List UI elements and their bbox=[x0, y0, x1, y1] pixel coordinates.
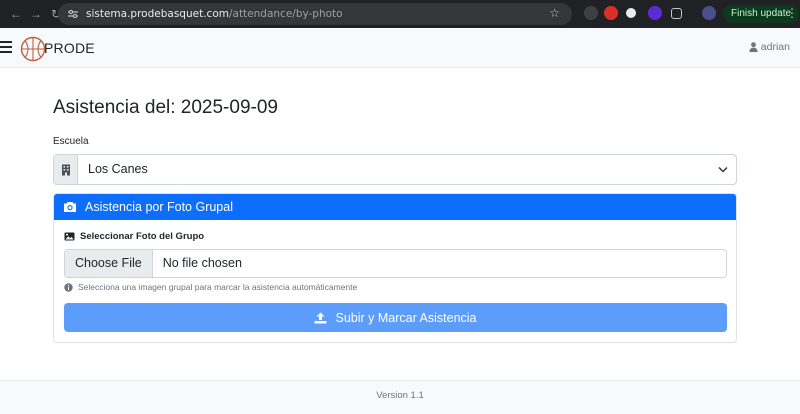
school-label: Escuela bbox=[53, 136, 89, 147]
user-menu[interactable]: adrian bbox=[749, 41, 790, 53]
chevron-down-icon bbox=[710, 155, 736, 184]
bookmark-star-icon[interactable]: ☆ bbox=[549, 6, 560, 20]
upload-attendance-button[interactable]: Subir y Marcar Asistencia bbox=[64, 303, 727, 332]
url-host: sistema.prodebasquet.com bbox=[86, 8, 229, 20]
version-text: Version 1.1 bbox=[376, 390, 424, 401]
user-icon bbox=[749, 42, 758, 52]
extension-white-icon[interactable] bbox=[626, 8, 636, 18]
hamburger-menu-icon[interactable] bbox=[0, 41, 12, 53]
choose-file-button[interactable]: Choose File bbox=[65, 250, 153, 277]
url-text: sistema.prodebasquet.com/attendance/by-p… bbox=[86, 8, 343, 20]
forward-icon[interactable]: → bbox=[26, 4, 46, 24]
basketball-logo-icon[interactable] bbox=[20, 36, 46, 62]
extensions-puzzle-icon[interactable] bbox=[671, 8, 682, 19]
footer: Version 1.1 bbox=[0, 380, 800, 414]
brand-name[interactable]: PRODE bbox=[44, 40, 95, 56]
image-icon bbox=[64, 232, 75, 241]
school-select[interactable]: Los Canes bbox=[53, 154, 737, 185]
address-bar[interactable]: sistema.prodebasquet.com/attendance/by-p… bbox=[58, 3, 572, 25]
browser-toolbar: ← → ↻ sistema.prodebasquet.com/attendanc… bbox=[0, 0, 800, 28]
help-text: Selecciona una imagen grupal para marcar… bbox=[64, 282, 357, 292]
browser-menu-icon[interactable]: ⋮ bbox=[786, 7, 798, 19]
photo-attendance-card: Asistencia por Foto Grupal Seleccionar F… bbox=[53, 193, 737, 343]
photo-label-text: Seleccionar Foto del Grupo bbox=[80, 231, 205, 242]
site-info-icon[interactable] bbox=[66, 7, 80, 21]
username: adrian bbox=[760, 41, 790, 53]
profile-avatar-icon[interactable] bbox=[702, 6, 716, 20]
upload-attendance-label: Subir y Marcar Asistencia bbox=[335, 310, 477, 325]
url-path: /attendance/by-photo bbox=[228, 8, 343, 20]
photo-label: Seleccionar Foto del Grupo bbox=[64, 231, 204, 242]
group-photo-file-input[interactable]: Choose File No file chosen bbox=[64, 249, 727, 278]
extension-purple-icon[interactable] bbox=[648, 6, 662, 20]
back-icon[interactable]: ← bbox=[6, 4, 26, 24]
camera-icon bbox=[64, 202, 76, 212]
file-status-text: No file chosen bbox=[162, 256, 242, 270]
page-title: Asistencia del: 2025-09-09 bbox=[53, 97, 278, 118]
upload-icon bbox=[314, 312, 327, 323]
extension-red-icon[interactable] bbox=[604, 6, 618, 20]
extension-dots-icon[interactable] bbox=[584, 6, 598, 20]
building-icon bbox=[54, 155, 78, 184]
card-header: Asistencia por Foto Grupal bbox=[54, 194, 736, 220]
school-select-value: Los Canes bbox=[88, 162, 148, 176]
card-header-title: Asistencia por Foto Grupal bbox=[85, 200, 233, 214]
app-navbar: PRODE adrian bbox=[0, 28, 800, 68]
info-icon bbox=[64, 282, 73, 292]
help-text-label: Selecciona una imagen grupal para marcar… bbox=[78, 282, 358, 292]
